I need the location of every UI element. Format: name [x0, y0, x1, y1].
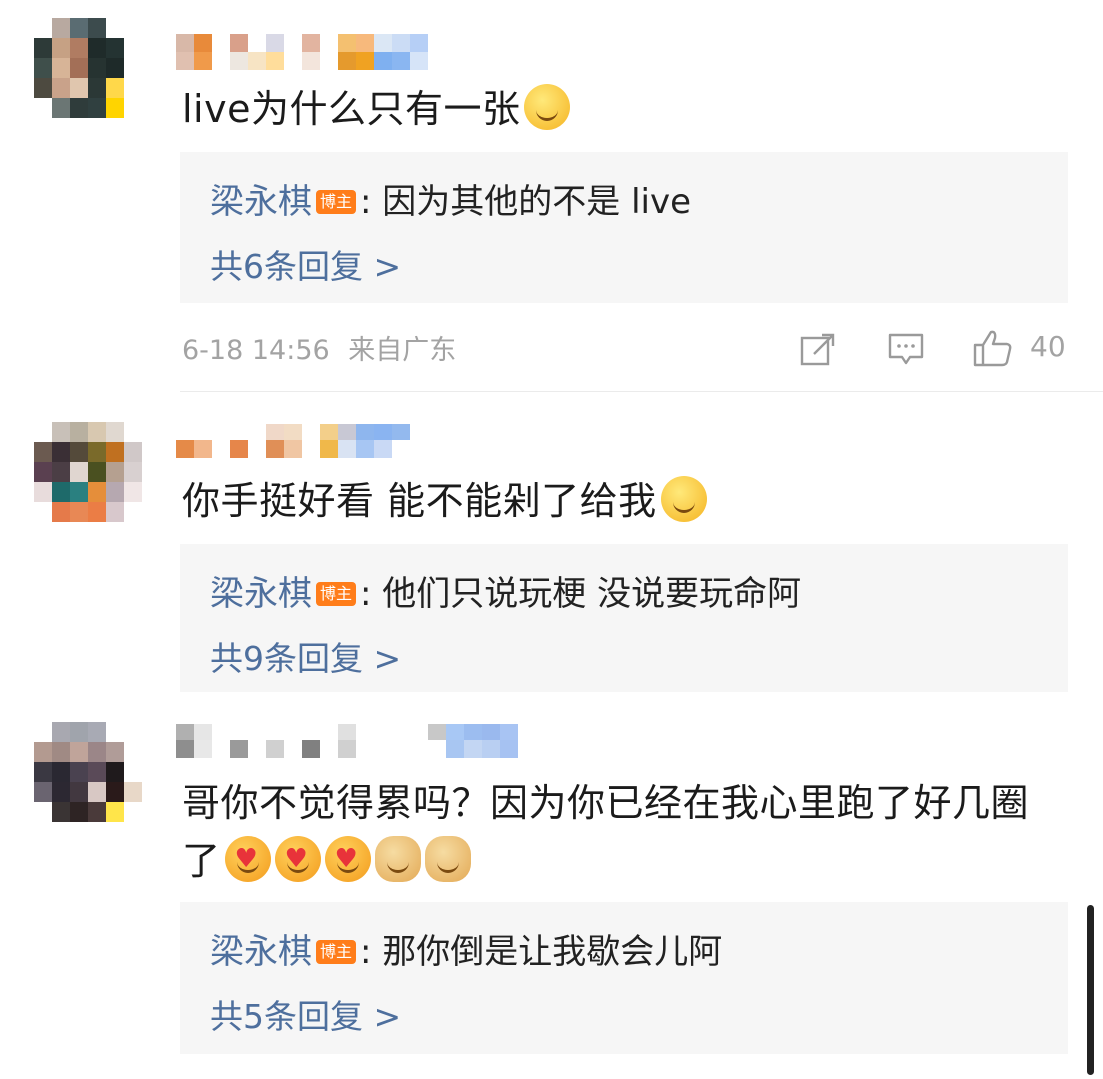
reply-author[interactable]: 梁永棋	[210, 574, 312, 614]
hug-emoji-icon	[274, 836, 321, 882]
grin-emoji-icon	[660, 476, 707, 522]
reply-text: 因为其他的不是 live	[382, 182, 692, 222]
view-replies-link[interactable]: 共6条回复 >	[210, 240, 401, 288]
hug-emoji-icon	[324, 836, 371, 882]
doge-emoji-icon	[424, 836, 471, 882]
reply-preview: 梁永棋 博主: 因为其他的不是 live	[210, 174, 691, 223]
reply-box[interactable]: 梁永棋 博主: 他们只说玩梗 没说要玩命阿 共9条回复 >	[180, 544, 1068, 692]
comment-item: 哥你不觉得累吗？因为你已经在我心里跑了好几圈了 梁永棋博主: 那你倒是让我歇会儿…	[0, 702, 1103, 1079]
comment-time: 6-18 14:56	[182, 335, 330, 366]
reply-separator: :	[360, 574, 372, 614]
comment-meta: 6-18 14:56 来自广东	[182, 328, 456, 367]
reply-box[interactable]: 梁永棋 博主: 因为其他的不是 live 共6条回复 >	[180, 152, 1068, 303]
reply-text: 他们只说玩梗 没说要玩命阿	[382, 574, 802, 614]
view-replies-link[interactable]: 共5条回复 >	[210, 990, 401, 1038]
username-pixelated[interactable]	[176, 724, 536, 760]
username-pixelated[interactable]	[176, 34, 446, 70]
view-replies-link[interactable]: 共9条回复 >	[210, 632, 401, 680]
hug-emoji-icon	[224, 836, 271, 882]
reply-text: 那你倒是让我歇会儿阿	[382, 932, 723, 972]
comment-icon[interactable]	[887, 332, 924, 366]
username-pixelated[interactable]	[176, 424, 410, 460]
comment-text: 哥你不觉得累吗？因为你已经在我心里跑了好几圈了	[182, 774, 1063, 890]
reply-author[interactable]: 梁永棋	[210, 182, 312, 222]
scrollbar[interactable]	[1087, 905, 1094, 1075]
comment-location: 来自广东	[348, 335, 457, 366]
avatar[interactable]	[34, 422, 142, 530]
author-badge: 博主	[316, 582, 357, 606]
smile-emoji-icon	[524, 84, 571, 130]
like-count: 40	[1030, 330, 1066, 363]
reply-separator: :	[360, 932, 372, 972]
author-badge: 博主	[316, 190, 357, 214]
comment-item: 你手挺好看 能不能剁了给我 梁永棋 博主: 他们只说玩梗 没说要玩命阿 共9条回复…	[0, 392, 1103, 702]
avatar[interactable]	[34, 18, 142, 138]
reply-preview: 梁永棋 博主: 他们只说玩梗 没说要玩命阿	[210, 566, 801, 615]
doge-emoji-icon	[374, 836, 421, 882]
avatar[interactable]	[34, 722, 142, 842]
author-badge: 博主	[316, 940, 357, 964]
reply-author[interactable]: 梁永棋	[210, 932, 312, 972]
share-icon[interactable]	[800, 332, 836, 366]
reply-box[interactable]: 梁永棋 博主: 那你倒是让我歇会儿阿 共5条回复 >	[180, 902, 1068, 1054]
comment-text: live为什么只有一张	[182, 80, 1063, 138]
reply-preview: 梁永棋 博主: 那你倒是让我歇会儿阿	[210, 924, 722, 973]
thumbs-up-icon[interactable]	[972, 328, 1014, 368]
reply-separator: :	[360, 182, 372, 222]
comment-item: live为什么只有一张 梁永棋 博主: 因为其他的不是 live 共6条回复 > …	[0, 0, 1103, 392]
comment-text: 你手挺好看 能不能剁了给我	[182, 472, 1063, 530]
